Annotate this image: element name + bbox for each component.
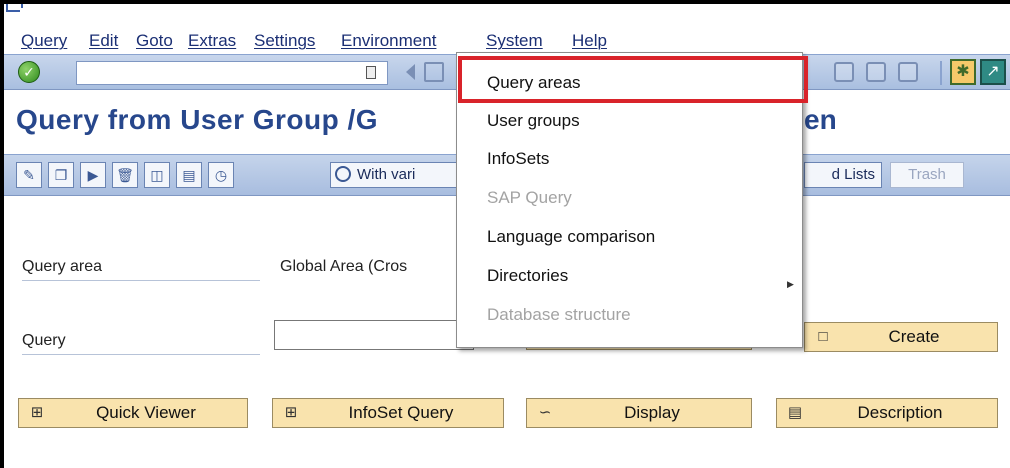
environment-menu: Query areas User groups InfoSets SAP Que… xyxy=(456,52,803,348)
change-icon[interactable]: ✎ xyxy=(16,162,42,188)
variant-button-label: With vari xyxy=(357,166,416,183)
menu-bar: Query Edit Goto Extras Settings Environm… xyxy=(4,26,1010,54)
rename-icon[interactable]: ◫ xyxy=(144,162,170,188)
execute-with-variant-button[interactable]: With vari xyxy=(330,162,470,188)
menu-query[interactable]: Query xyxy=(21,31,67,51)
menu-environment[interactable]: Environment xyxy=(341,31,436,51)
create-button[interactable]: □ Create xyxy=(804,322,998,352)
menu-item-sap-query: SAP Query xyxy=(487,188,572,207)
create-button-label: Create xyxy=(888,327,940,346)
first-page-icon[interactable] xyxy=(834,62,854,82)
query-label: Query xyxy=(22,332,66,349)
label-underline xyxy=(22,354,260,355)
next-page-icon[interactable] xyxy=(898,62,918,82)
save-icon[interactable] xyxy=(424,62,444,82)
infoset-query-button[interactable]: ⊞ InfoSet Query xyxy=(272,398,504,428)
description-label: Description xyxy=(857,403,943,422)
toolbar-separator xyxy=(940,61,942,85)
sap-window: Query Edit Goto Extras Settings Environm… xyxy=(0,0,1010,468)
menu-goto[interactable]: Goto xyxy=(136,31,173,51)
menu-item-directories[interactable]: Directories xyxy=(487,266,568,286)
display-label: Display xyxy=(624,403,680,422)
saved-lists-button[interactable]: d Lists xyxy=(804,162,882,188)
back-icon[interactable] xyxy=(406,64,415,80)
menu-extras[interactable]: Extras xyxy=(188,31,236,51)
quick-viewer-label: Quick Viewer xyxy=(96,403,196,422)
menu-item-infosets[interactable]: InfoSets xyxy=(487,149,549,169)
previous-page-icon[interactable] xyxy=(866,62,886,82)
trash-button: Trash xyxy=(890,162,964,188)
window-icon xyxy=(6,4,23,12)
menu-item-language-comparison[interactable]: Language comparison xyxy=(487,227,655,247)
copy-icon[interactable]: ❐ xyxy=(48,162,74,188)
menu-edit[interactable]: Edit xyxy=(89,31,118,51)
label-underline xyxy=(22,280,260,281)
query-input[interactable] xyxy=(274,320,474,350)
query-area-value: Global Area (Cros xyxy=(280,258,408,275)
command-field[interactable] xyxy=(76,61,388,85)
create-session-icon[interactable]: ✱ xyxy=(950,59,976,85)
shortcut-icon[interactable]: ↗ xyxy=(980,59,1006,85)
menu-item-user-groups[interactable]: User groups xyxy=(487,111,580,131)
enter-button[interactable]: ✓ xyxy=(18,61,40,83)
infoset-query-label: InfoSet Query xyxy=(348,403,454,422)
clock-icon xyxy=(335,166,351,182)
menu-help[interactable]: Help xyxy=(572,31,607,51)
title-bar xyxy=(4,4,1010,26)
query-area-label: Query area xyxy=(22,258,103,275)
menu-item-database-structure: Database structure xyxy=(487,305,631,324)
page-title: Query from User Group /G xyxy=(16,104,379,135)
display-button[interactable]: ∽ Display xyxy=(526,398,752,428)
quick-viewer-button[interactable]: ⊞ Quick Viewer xyxy=(18,398,248,428)
page-title-tail: en xyxy=(804,104,837,135)
menu-system[interactable]: System xyxy=(486,31,543,51)
execute-icon[interactable]: ▶ xyxy=(80,162,106,188)
menu-item-query-areas[interactable]: Query areas xyxy=(487,73,581,93)
description-button[interactable]: ▤ Description xyxy=(776,398,998,428)
transport-icon[interactable]: ▤ xyxy=(176,162,202,188)
menu-settings[interactable]: Settings xyxy=(254,31,315,51)
background-icon[interactable]: ◷ xyxy=(208,162,234,188)
submenu-arrow-icon: ▶ xyxy=(787,279,794,289)
delete-icon[interactable]: 🗑 xyxy=(112,162,138,188)
command-history-icon[interactable] xyxy=(366,66,376,79)
